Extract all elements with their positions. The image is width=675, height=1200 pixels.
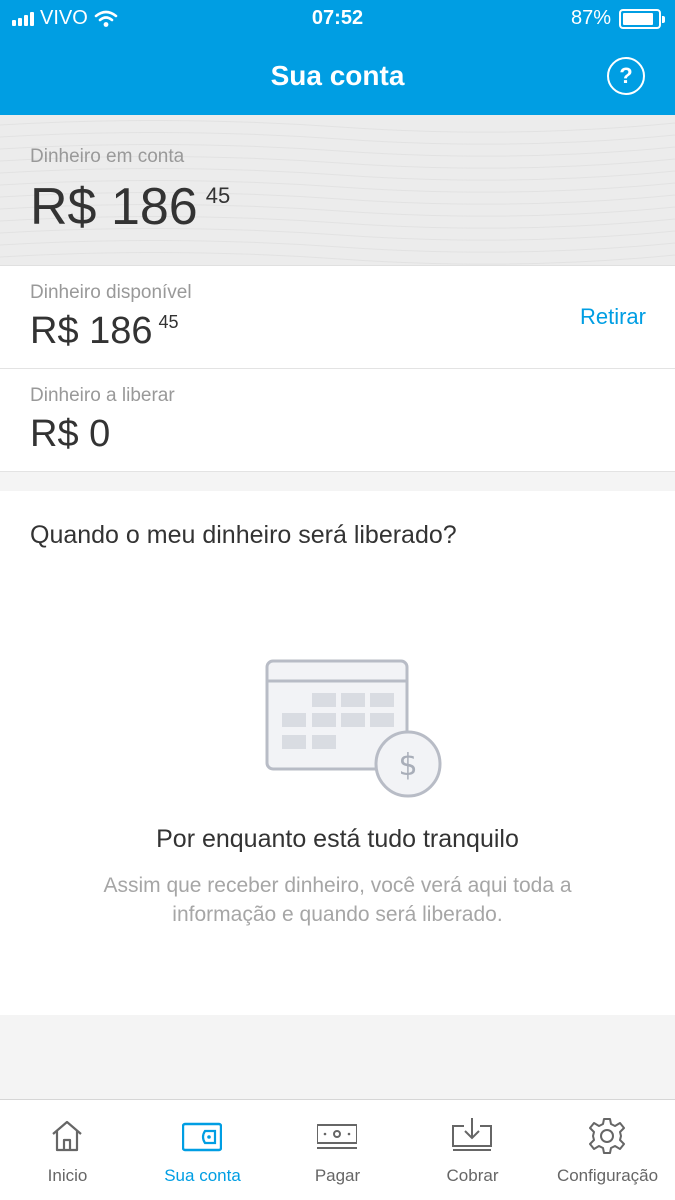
status-bar: VIVO 07:52 87% — [0, 0, 675, 38]
available-currency: R$ — [30, 310, 79, 352]
tab-sua-conta[interactable]: Sua conta — [135, 1100, 270, 1200]
page-title: Sua conta — [270, 60, 405, 91]
withdraw-button[interactable]: Retirar — [580, 304, 646, 330]
help-icon[interactable]: ? — [607, 57, 645, 95]
pending-row: Dinheiro a liberar R$ 0 — [0, 369, 675, 472]
tab-configuracao[interactable]: Configuração — [540, 1100, 675, 1200]
status-right: 87% — [570, 7, 665, 30]
release-question: Quando o meu dinheiro será liberado? — [30, 521, 457, 549]
empty-state-description: Assim que receber dinheiro, você verá aq… — [103, 874, 572, 926]
wallet-icon — [182, 1122, 222, 1152]
battery-percent: 87% — [570, 7, 611, 29]
available-label: Dinheiro disponível — [30, 282, 192, 303]
receive-icon — [452, 1118, 492, 1151]
tab-inicio[interactable]: Inicio — [0, 1100, 135, 1200]
calendar-money-icon: $ — [265, 659, 442, 798]
gear-icon — [589, 1118, 625, 1154]
available-whole: 186 — [89, 310, 153, 352]
available-amount: R$ 186 45 — [30, 310, 179, 353]
tab-label: Sua conta — [164, 1166, 241, 1185]
balance-card: Dinheiro em conta R$ 186 45 — [0, 115, 675, 266]
balance-label: Dinheiro em conta — [30, 146, 185, 167]
tab-label: Configuração — [556, 1166, 659, 1185]
tab-bar: Inicio Sua conta Pagar Cobrar Configuraç… — [0, 1099, 675, 1200]
pending-amount: R$ 0 — [30, 413, 111, 455]
cash-icon — [317, 1124, 357, 1149]
empty-state-title: Por enquanto está tudo tranquilo — [156, 825, 519, 853]
app-header: Sua conta ? — [0, 38, 675, 115]
home-icon — [52, 1120, 82, 1152]
balance-amount: R$ 186 45 — [30, 177, 230, 237]
tab-cobrar[interactable]: Cobrar — [405, 1100, 540, 1200]
battery-icon — [619, 8, 665, 29]
available-row: Dinheiro disponível R$ 186 45 Retirar — [0, 266, 675, 369]
balance-cents: 45 — [205, 183, 231, 208]
tab-label: Pagar — [314, 1166, 361, 1185]
available-cents: 45 — [158, 312, 179, 332]
tab-label: Inicio — [47, 1166, 88, 1185]
balance-whole: 186 — [110, 178, 198, 236]
svg-text:$: $ — [398, 748, 417, 783]
tab-pagar[interactable]: Pagar — [270, 1100, 405, 1200]
tab-label: Cobrar — [446, 1166, 499, 1185]
pending-label: Dinheiro a liberar — [30, 385, 175, 406]
balance-currency: R$ — [30, 178, 97, 236]
